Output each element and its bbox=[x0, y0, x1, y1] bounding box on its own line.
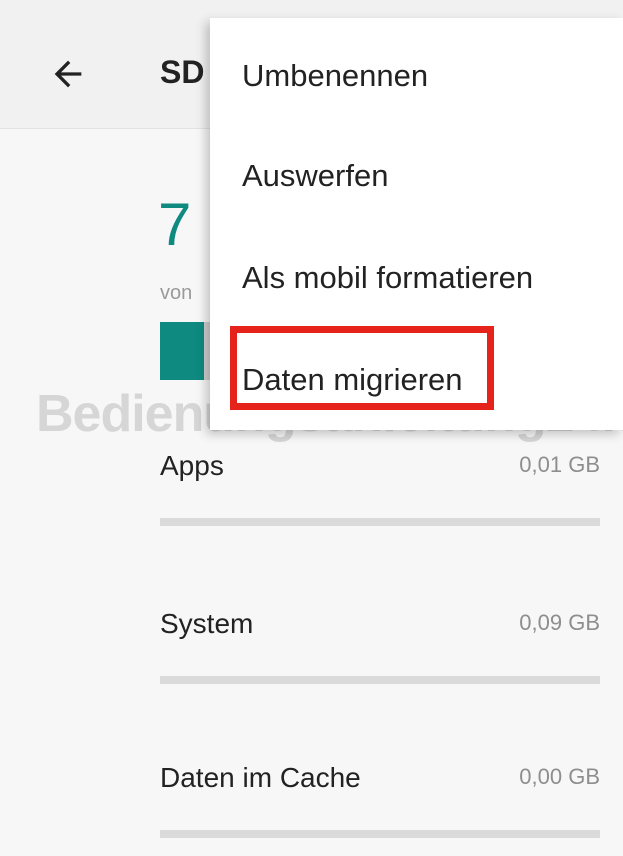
menu-item-rename[interactable]: Umbenennen bbox=[242, 58, 428, 94]
storage-row-bar-apps bbox=[160, 518, 600, 526]
storage-row-value-system: 0,09 GB bbox=[519, 610, 600, 635]
arrow-left-icon[interactable] bbox=[48, 54, 88, 94]
used-storage-value: 7 bbox=[158, 191, 192, 258]
storage-row-value-apps: 0,01 GB bbox=[519, 452, 600, 477]
storage-row-label-cache[interactable]: Daten im Cache bbox=[160, 762, 361, 794]
page-title: SD bbox=[160, 54, 205, 90]
storage-usage-fill bbox=[160, 322, 204, 380]
storage-row-value-cache: 0,00 GB bbox=[519, 764, 600, 789]
storage-row-bar-system bbox=[160, 676, 600, 684]
total-storage-label: von bbox=[160, 282, 193, 304]
highlight-box bbox=[230, 326, 494, 410]
storage-row-label-system[interactable]: System bbox=[160, 608, 253, 640]
menu-item-format-portable[interactable]: Als mobil formatieren bbox=[242, 260, 533, 296]
storage-row-bar-cache bbox=[160, 830, 600, 838]
storage-row-label-apps[interactable]: Apps bbox=[160, 450, 224, 482]
menu-item-eject[interactable]: Auswerfen bbox=[242, 158, 388, 194]
